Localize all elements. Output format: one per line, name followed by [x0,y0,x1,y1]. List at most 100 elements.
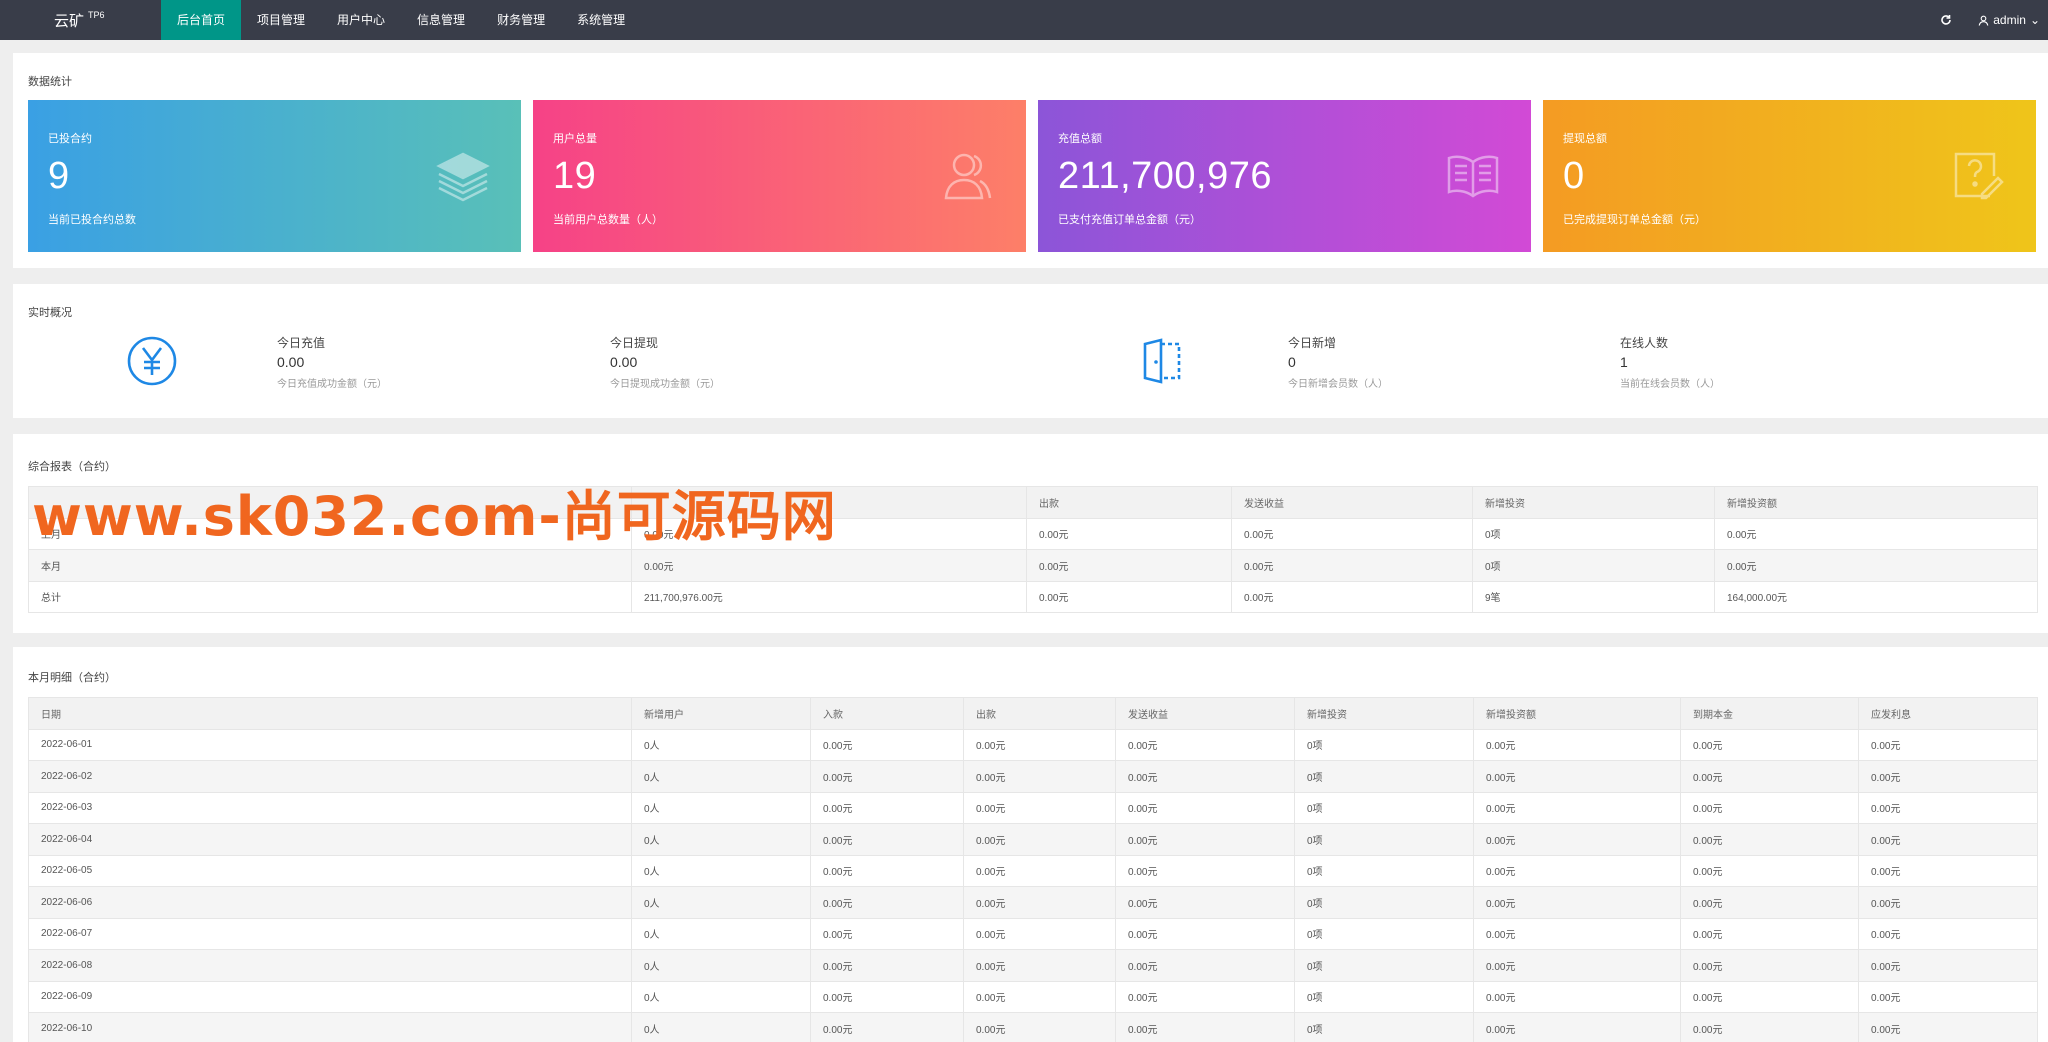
table-cell: 0.00元 [1473,854,1681,887]
table-cell: 0.00元 [963,886,1116,919]
overview-title: 实时概况 [28,307,72,319]
table-cell: 0.00元 [631,549,1027,582]
column-header: 到期本金 [1680,697,1859,730]
stat-label: 提现总额 [1563,133,1607,145]
table-cell: 0项 [1294,760,1474,793]
nav-item-system[interactable]: 系统管理 [561,0,641,40]
user-menu-button[interactable]: admin ⌄ [1978,13,2048,27]
stat-card-withdrawals: 提现总额 0 已完成提现订单总金额（元） [1543,100,2036,252]
nav-item-projects[interactable]: 项目管理 [241,0,321,40]
table-cell: 0.00元 [810,760,964,793]
stat-card-users: 用户总量 19 当前用户总数量（人） [533,100,1026,252]
refresh-icon [1941,15,1952,25]
table-cell: 0.00元 [810,728,964,761]
table-cell: 0.00元 [1858,886,2038,919]
table-cell: 0.00元 [1680,760,1859,793]
table-cell: 0项 [1472,517,1715,550]
stat-label: 用户总量 [553,133,597,145]
table-cell: 0.00元 [810,791,964,824]
table-cell: 0.00元 [1473,949,1681,982]
stat-sub: 已完成提现订单总金额（元） [1563,214,1706,226]
ov-value: 0.00 [610,354,638,370]
table-cell: 0.00元 [810,1012,964,1042]
table-cell: 0.00元 [1115,823,1295,856]
watermark: www.sk032.com-尚可源码网 [32,485,837,548]
column-header: 发送收益 [1231,486,1473,519]
table-cell: 0.00元 [1473,980,1681,1013]
table-header-row: 日期 新增用户 入款 出款 发送收益 新增投资 新增投资额 到期本金 应发利息 [28,697,2038,730]
table-cell: 0.00元 [1473,728,1681,761]
table-cell: 0.00元 [1231,517,1473,550]
nav-item-dashboard[interactable]: 后台首页 [161,0,242,40]
chevron-down-icon: ⌄ [2029,13,2040,27]
column-header: 应发利息 [1858,697,2038,730]
table-cell: 0.00元 [1115,980,1295,1013]
table-cell: 0.00元 [1714,517,2038,550]
table-cell: 2022-06-09 [28,980,632,1013]
ov-sub: 今日提现成功金额（元） [610,379,720,390]
table-cell: 0.00元 [1231,580,1473,613]
nav-item-info[interactable]: 信息管理 [401,0,481,40]
table-cell: 2022-06-06 [28,886,632,919]
table-cell: 0.00元 [1680,917,1859,950]
stats-title: 数据统计 [28,76,72,88]
table-cell: 0.00元 [1115,791,1295,824]
table-cell: 0.00元 [1858,980,2038,1013]
stat-value: 211,700,976 [1058,155,1272,197]
table-cell: 0.00元 [1473,1012,1681,1042]
table-cell: 0.00元 [1231,549,1473,582]
table-cell: 0.00元 [1858,854,2038,887]
table-cell: 0.00元 [1858,1012,2038,1042]
stat-value: 19 [553,155,597,197]
table-cell: 2022-06-03 [28,791,632,824]
column-header: 出款 [1026,486,1232,519]
logo-text: 云矿 [54,12,85,30]
ov-sub: 今日新增会员数（人） [1288,379,1388,390]
table-cell: 0.00元 [1858,728,2038,761]
stat-sub: 已支付充值订单总金额（元） [1058,214,1201,226]
main-nav: 后台首页 项目管理 用户中心 信息管理 财务管理 系统管理 [161,0,641,40]
nav-item-finance[interactable]: 财务管理 [481,0,561,40]
refresh-button[interactable] [1926,0,1966,40]
stat-label: 充值总额 [1058,133,1102,145]
table-cell: 0项 [1294,1012,1474,1042]
stat-card-contracts: 已投合约 9 当前已投合约总数 [28,100,521,252]
table-cell: 2022-06-08 [28,949,632,982]
table-row: 2022-06-01 0人 0.00元 0.00元 0.00元 0项 0.00元 0.00元 0… [28,728,2038,761]
table-cell: 0项 [1294,886,1474,919]
stat-value: 0 [1563,155,1585,197]
table-cell: 0人 [631,980,811,1013]
logo[interactable]: 云矿 TP6 [0,0,161,40]
table-cell: 0.00元 [1858,949,2038,982]
table-cell: 0人 [631,791,811,824]
table-cell: 0.00元 [1680,949,1859,982]
table-cell: 0.00元 [1680,791,1859,824]
username: admin [1993,13,2026,27]
table-row: 2022-06-02 0人 0.00元 0.00元 0.00元 0项 0.00元 0.00元 0… [28,760,2038,793]
table-row: 2022-06-05 0人 0.00元 0.00元 0.00元 0项 0.00元 0.00元 0… [28,854,2038,887]
logo-version: TP6 [88,10,105,20]
table-cell: 0.00元 [963,791,1116,824]
table-cell: 0.00元 [810,980,964,1013]
table-cell: 0.00元 [1680,823,1859,856]
table-cell: 2022-06-07 [28,917,632,950]
column-header: 新增投资 [1472,486,1715,519]
door-icon [1143,338,1181,384]
stat-card-deposits: 充值总额 211,700,976 已支付充值订单总金额（元） [1038,100,1531,252]
table-cell: 0.00元 [1680,854,1859,887]
table-cell: 9笔 [1472,580,1715,613]
table-cell: 211,700,976.00元 [631,580,1027,613]
table-cell: 0.00元 [1473,760,1681,793]
table-cell: 0.00元 [1115,886,1295,919]
table-cell: 0.00元 [963,823,1116,856]
ov-label: 今日充值 [277,336,326,350]
table-cell: 0.00元 [1680,980,1859,1013]
ov-sub: 当前在线会员数（人） [1620,379,1720,390]
table-cell: 0.00元 [810,917,964,950]
stats-panel: 数据统计 已投合约 9 当前已投合约总数 用户总量 19 当前用户总数量（人） … [13,53,2048,268]
table-cell: 2022-06-04 [28,823,632,856]
nav-item-users[interactable]: 用户中心 [321,0,401,40]
column-header: 新增投资 [1294,697,1474,730]
table-cell: 总计 [28,580,632,613]
table-cell: 0.00元 [1858,823,2038,856]
